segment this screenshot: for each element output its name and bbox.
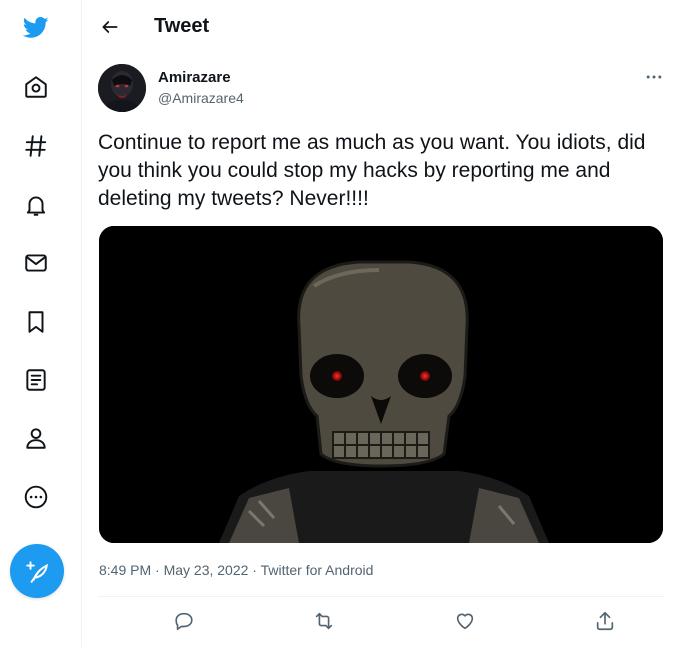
- page-title: Tweet: [154, 15, 210, 37]
- more-circle-icon[interactable]: [21, 482, 51, 512]
- share-button[interactable]: [591, 607, 619, 635]
- more-horizontal-icon: [646, 75, 662, 79]
- author-name[interactable]: Amirazare: [158, 69, 231, 86]
- tweet-actions-bar: [98, 603, 664, 639]
- like-button[interactable]: [451, 607, 479, 635]
- actions-divider: [98, 596, 664, 597]
- compose-tweet-icon: [26, 561, 49, 583]
- retweet-icon: [315, 612, 333, 630]
- messages-envelope-icon[interactable]: [21, 248, 51, 278]
- back-button[interactable]: [97, 14, 123, 40]
- reply-icon: [175, 612, 193, 631]
- lists-icon[interactable]: [21, 365, 51, 395]
- page-header: Tweet: [83, 0, 673, 54]
- author-handle[interactable]: @Amirazare4: [158, 90, 244, 106]
- tweet-media-image[interactable]: [99, 226, 663, 543]
- bookmarks-icon[interactable]: [21, 307, 51, 337]
- tweet-timestamp[interactable]: 8:49 PM · May 23, 2022 · Twitter for And…: [99, 562, 373, 578]
- skull-image: [99, 226, 663, 543]
- share-icon: [596, 611, 614, 631]
- compose-tweet-button[interactable]: [10, 544, 64, 598]
- home-icon[interactable]: [21, 72, 51, 102]
- reply-button[interactable]: [170, 607, 198, 635]
- profile-icon[interactable]: [21, 423, 51, 453]
- tweet-detail-column: Tweet Amirazare @Amirazare4 Continue to …: [83, 0, 683, 647]
- author-avatar[interactable]: [98, 64, 146, 112]
- sidebar-nav: [0, 0, 82, 647]
- explore-hashtag-icon[interactable]: [21, 131, 51, 161]
- more-options-button[interactable]: [643, 66, 665, 88]
- notifications-bell-icon[interactable]: [21, 190, 51, 220]
- twitter-logo-icon[interactable]: [21, 12, 51, 42]
- back-arrow-icon: [102, 21, 118, 33]
- retweet-button[interactable]: [310, 607, 338, 635]
- like-heart-icon: [456, 613, 474, 630]
- tweet-text: Continue to report me as much as you wan…: [98, 131, 646, 210]
